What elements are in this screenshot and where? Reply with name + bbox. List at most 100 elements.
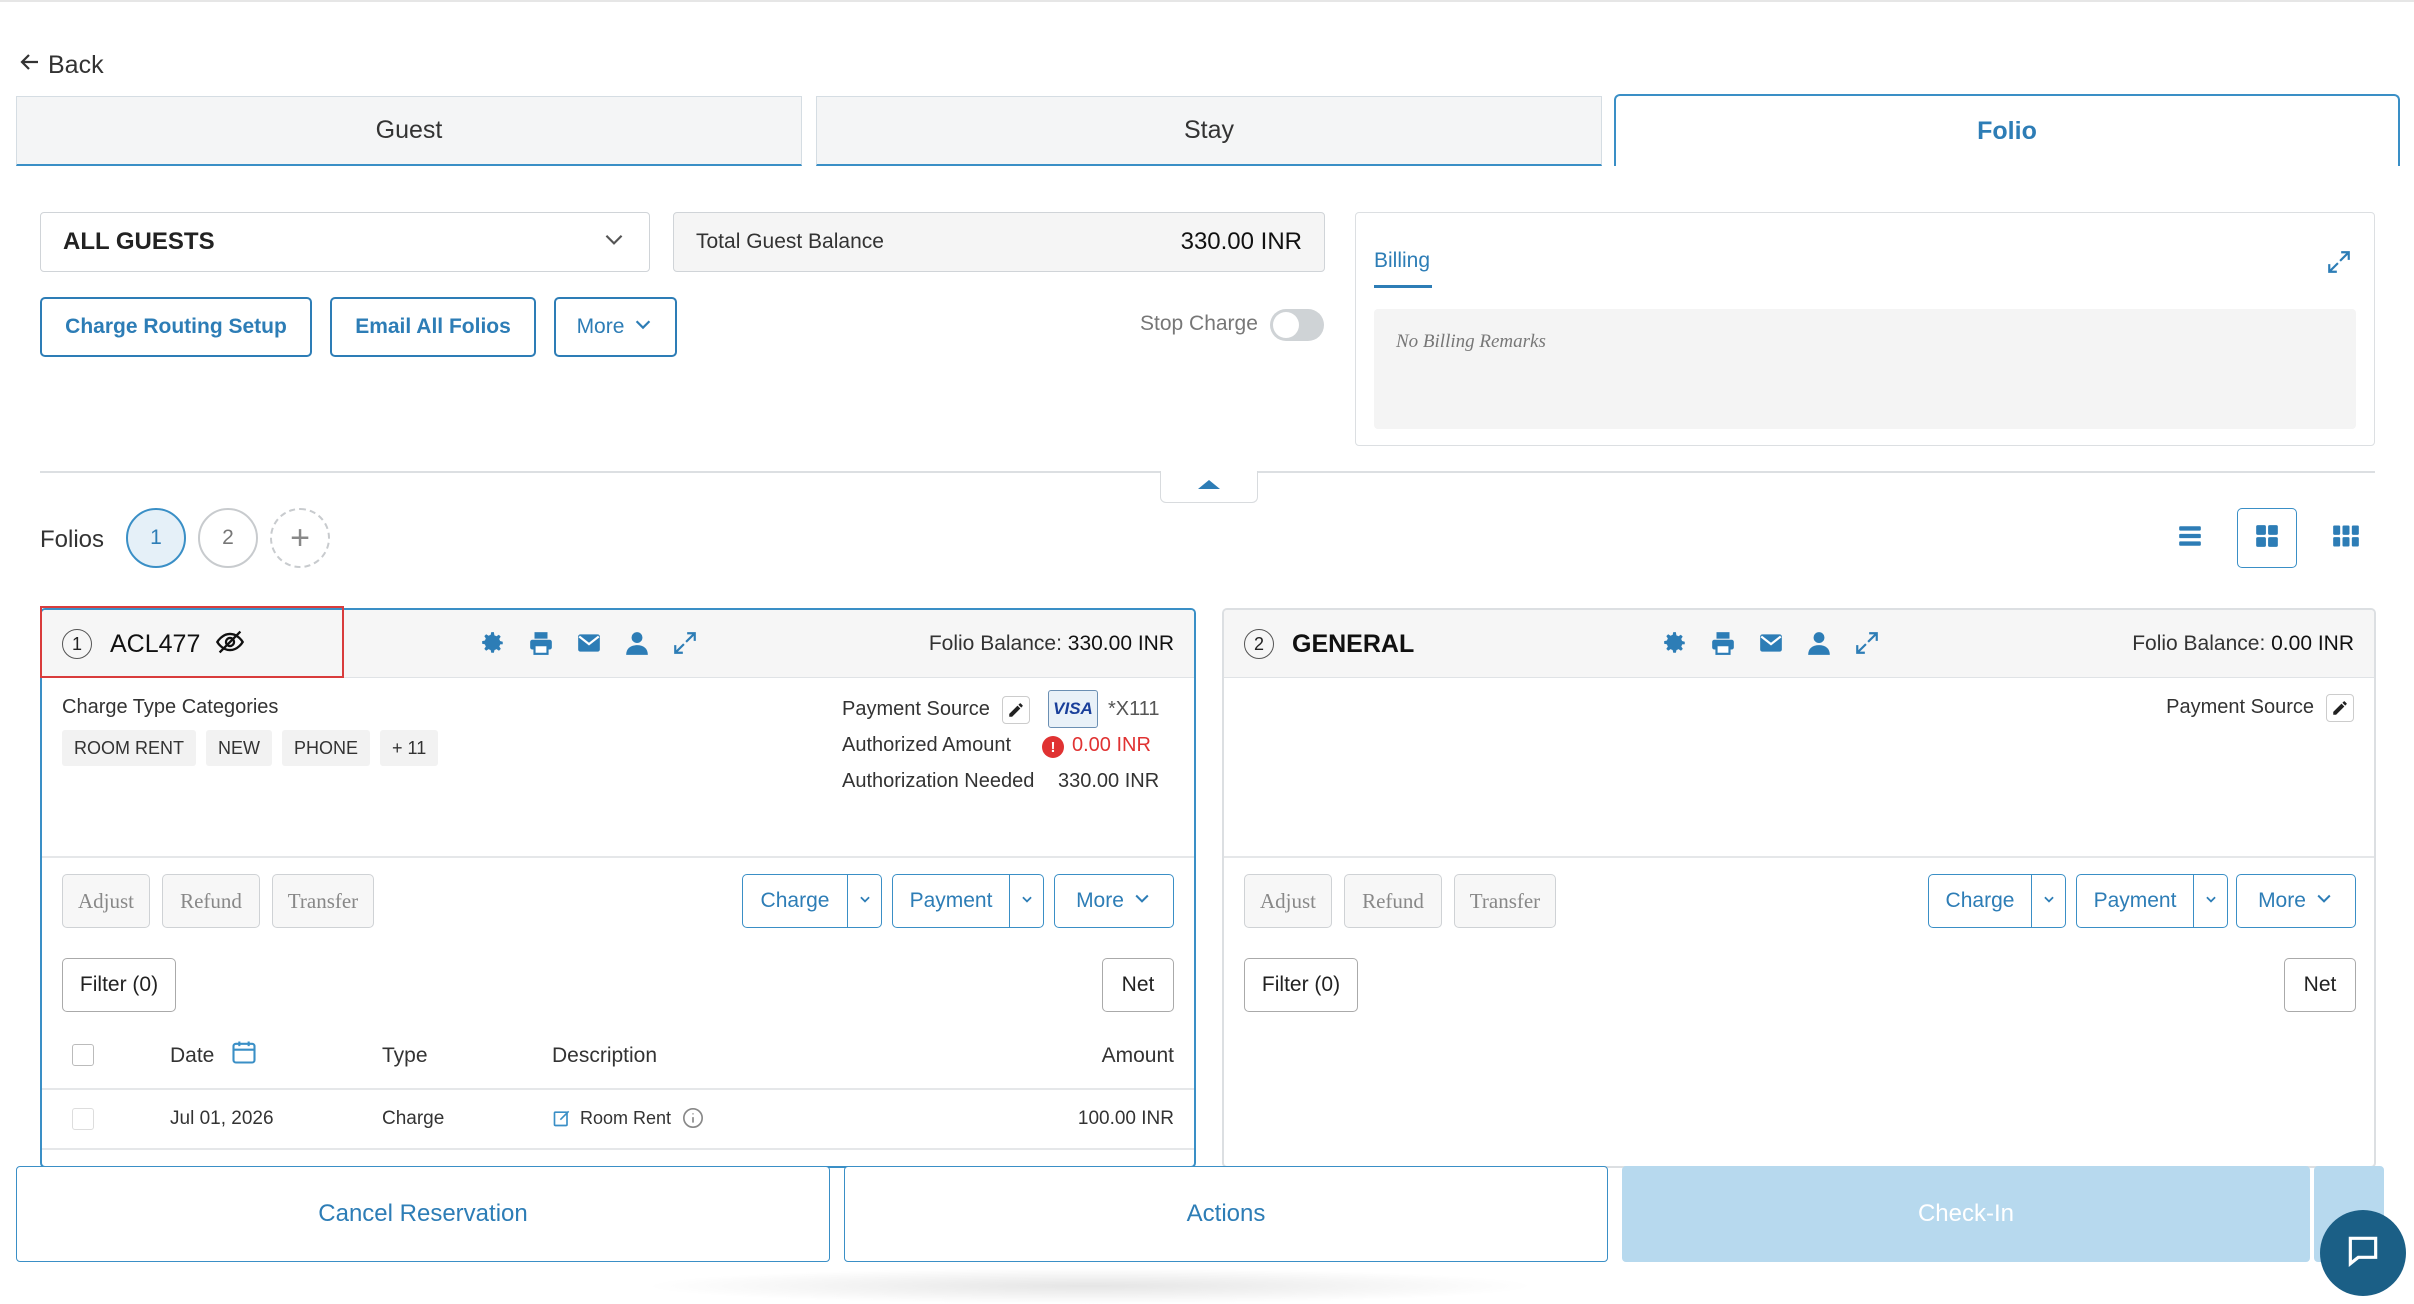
email-all-folios-button[interactable]: Email All Folios bbox=[330, 297, 536, 357]
folio-tab-2[interactable]: 2 bbox=[198, 508, 258, 568]
category-chip[interactable]: + 11 bbox=[380, 730, 439, 766]
check-in-button[interactable]: Check-In bbox=[1622, 1166, 2310, 1262]
payment-dropdown-button[interactable] bbox=[1010, 874, 1044, 928]
user-icon[interactable] bbox=[1806, 630, 1832, 656]
folio-card-header: 2 GENERAL Folio Balance: 0.00 INR bbox=[1224, 610, 2374, 678]
folio-card-1: 1 ACL477 Folio Balance: 330.00 INR Charg… bbox=[40, 608, 1196, 1168]
separator bbox=[42, 1088, 1194, 1090]
row-checkbox[interactable] bbox=[72, 1108, 94, 1130]
billing-tab-underline bbox=[1374, 285, 1432, 288]
chevron-down-icon bbox=[2204, 892, 2218, 911]
collapse-toggle[interactable] bbox=[1160, 471, 1258, 503]
stop-charge-label: Stop Charge bbox=[1140, 312, 1258, 335]
billing-tab[interactable]: Billing bbox=[1374, 249, 1430, 273]
folio-number: 2 bbox=[1244, 629, 1274, 659]
separator bbox=[42, 1148, 1194, 1150]
billing-remarks: No Billing Remarks bbox=[1374, 309, 2356, 429]
cancel-reservation-button[interactable]: Cancel Reservation bbox=[16, 1166, 830, 1262]
list-view-button[interactable] bbox=[2160, 508, 2220, 568]
calendar-icon[interactable] bbox=[230, 1038, 258, 1071]
transfer-button[interactable]: Transfer bbox=[272, 874, 374, 928]
actions-button[interactable]: Actions bbox=[844, 1166, 1608, 1262]
charge-button[interactable]: Charge bbox=[1928, 874, 2032, 928]
expand-icon[interactable] bbox=[2326, 249, 2352, 275]
charge-type-categories-label: Charge Type Categories bbox=[62, 696, 279, 718]
mail-icon[interactable] bbox=[1758, 630, 1784, 656]
folio-actions-icons bbox=[1662, 630, 1880, 656]
add-folio-button[interactable]: + bbox=[270, 508, 330, 568]
mail-icon[interactable] bbox=[576, 630, 602, 656]
more-button[interactable]: More bbox=[554, 297, 677, 357]
total-guest-balance: Total Guest Balance 330.00 INR bbox=[673, 212, 1325, 272]
adjust-button[interactable]: Adjust bbox=[62, 874, 150, 928]
grid-3-view-icon bbox=[2332, 523, 2360, 554]
chevron-down-icon bbox=[601, 226, 627, 259]
authorized-amount-label: Authorized Amount bbox=[842, 734, 1011, 756]
print-icon[interactable] bbox=[528, 630, 554, 656]
arrow-left-icon bbox=[18, 50, 42, 81]
separator bbox=[42, 856, 1194, 858]
user-icon[interactable] bbox=[624, 630, 650, 656]
chevron-down-icon bbox=[2314, 888, 2334, 914]
gear-icon[interactable] bbox=[480, 630, 506, 656]
tab-folio[interactable]: Folio bbox=[1614, 94, 2400, 166]
chat-button[interactable] bbox=[2320, 1210, 2406, 1296]
select-all-checkbox[interactable] bbox=[72, 1044, 94, 1066]
charge-routing-setup-button[interactable]: Charge Routing Setup bbox=[40, 297, 312, 357]
column-amount: Amount bbox=[1101, 1044, 1174, 1067]
folios-label: Folios bbox=[40, 526, 105, 553]
folio-name: GENERAL bbox=[1292, 630, 1415, 658]
expand-icon[interactable] bbox=[672, 630, 698, 656]
back-label: Back bbox=[48, 51, 104, 79]
payment-source-label: Payment Source bbox=[842, 698, 990, 720]
refund-button[interactable]: Refund bbox=[1344, 874, 1442, 928]
row-description[interactable]: Room Rent bbox=[580, 1108, 671, 1129]
tab-stay[interactable]: Stay bbox=[816, 96, 1602, 166]
transfer-button[interactable]: Transfer bbox=[1454, 874, 1556, 928]
refund-button[interactable]: Refund bbox=[162, 874, 260, 928]
chat-icon bbox=[2344, 1232, 2382, 1275]
grid-2-view-button[interactable] bbox=[2237, 508, 2297, 568]
print-icon[interactable] bbox=[1710, 630, 1736, 656]
adjust-button[interactable]: Adjust bbox=[1244, 874, 1332, 928]
folio-balance: Folio Balance: 330.00 INR bbox=[929, 632, 1174, 656]
filter-button[interactable]: Filter (0) bbox=[1244, 958, 1358, 1012]
guest-select[interactable]: ALL GUESTS bbox=[40, 212, 650, 272]
column-description: Description bbox=[552, 1044, 658, 1067]
charge-dropdown-button[interactable] bbox=[2032, 874, 2066, 928]
payment-button[interactable]: Payment bbox=[2076, 874, 2194, 928]
separator bbox=[1224, 856, 2374, 858]
plus-icon: + bbox=[290, 518, 310, 557]
more-actions-button[interactable]: More bbox=[1054, 874, 1174, 928]
category-chip: NEW bbox=[206, 730, 272, 766]
folio-tab-1[interactable]: 1 bbox=[126, 508, 186, 568]
top-border bbox=[0, 0, 2414, 2]
edit-icon[interactable] bbox=[1002, 696, 1030, 724]
row-amount: 100.00 INR bbox=[1077, 1108, 1174, 1129]
card-mask: *X111 bbox=[1108, 698, 1160, 720]
filter-button[interactable]: Filter (0) bbox=[62, 958, 176, 1012]
net-button[interactable]: Net bbox=[1102, 958, 1174, 1012]
folio-balance-value: 0.00 INR bbox=[2271, 632, 2354, 655]
payment-button[interactable]: Payment bbox=[892, 874, 1010, 928]
footer-shadow bbox=[640, 1268, 1540, 1304]
back-link[interactable]: Back bbox=[18, 50, 104, 81]
payment-dropdown-button[interactable] bbox=[2194, 874, 2228, 928]
caret-up-icon bbox=[1196, 477, 1222, 496]
grid-3-view-button[interactable] bbox=[2316, 508, 2376, 568]
charge-dropdown-button[interactable] bbox=[848, 874, 882, 928]
gear-icon[interactable] bbox=[1662, 630, 1688, 656]
expand-icon[interactable] bbox=[1854, 630, 1880, 656]
net-button[interactable]: Net bbox=[2284, 958, 2356, 1012]
more-actions-button[interactable]: More bbox=[2236, 874, 2356, 928]
edit-note-icon[interactable] bbox=[552, 1108, 572, 1133]
charge-button[interactable]: Charge bbox=[742, 874, 848, 928]
tab-guest[interactable]: Guest bbox=[16, 96, 802, 166]
stop-charge-toggle[interactable] bbox=[1270, 309, 1324, 341]
category-chip: PHONE bbox=[282, 730, 371, 766]
info-icon[interactable] bbox=[682, 1107, 704, 1134]
chevron-down-icon bbox=[632, 313, 654, 341]
edit-icon[interactable] bbox=[2326, 694, 2354, 722]
row-type: Charge bbox=[382, 1108, 445, 1129]
payment-source-label: Payment Source bbox=[2166, 696, 2314, 718]
